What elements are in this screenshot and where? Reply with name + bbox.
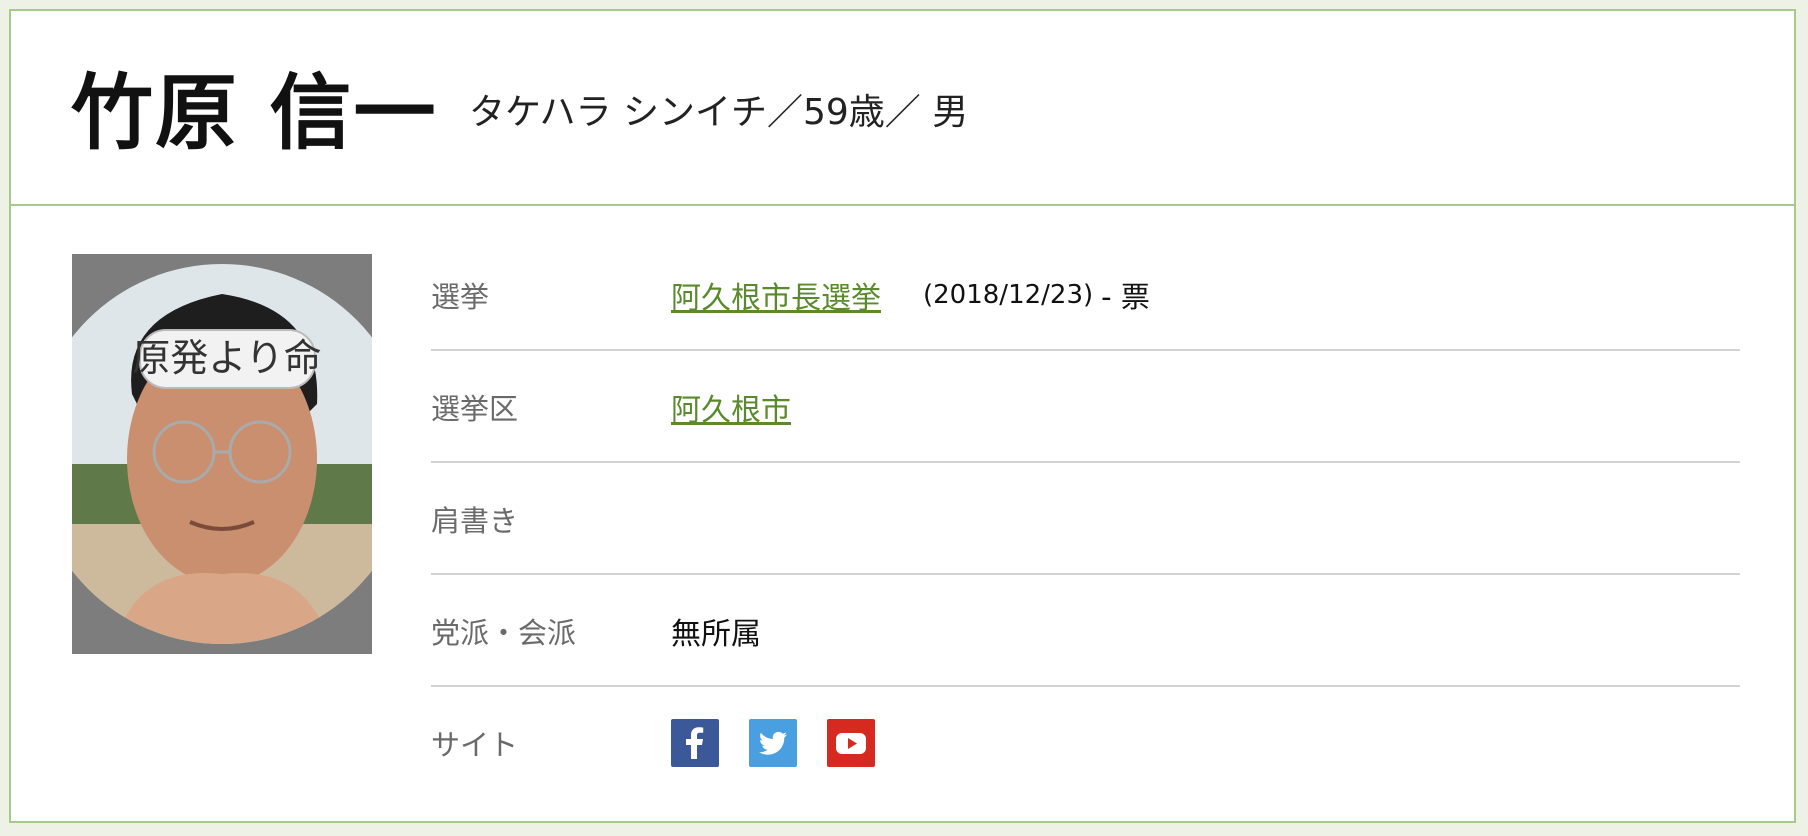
party-label: 党派・会派 bbox=[431, 616, 577, 650]
row-site: サイト bbox=[431, 687, 1740, 799]
social-links bbox=[671, 719, 875, 767]
candidate-photo: 原発より命 bbox=[72, 254, 372, 654]
youtube-icon bbox=[836, 733, 866, 754]
row-title: 肩書き bbox=[431, 463, 1740, 575]
headband-text: 原発より命 bbox=[132, 336, 321, 380]
site-value bbox=[671, 687, 875, 799]
candidate-meta: タケハラ シンイチ／59歳／ 男 bbox=[469, 92, 969, 133]
row-party: 党派・会派 無所属 bbox=[431, 575, 1740, 687]
facebook-link[interactable] bbox=[671, 719, 719, 767]
facebook-icon bbox=[686, 727, 704, 759]
twitter-link[interactable] bbox=[749, 719, 797, 767]
election-label: 選挙 bbox=[431, 280, 490, 314]
district-link[interactable]: 阿久根市 bbox=[671, 385, 791, 429]
title-label: 肩書き bbox=[431, 504, 519, 538]
election-value: 阿久根市長選挙 (2018/12/23) - 票 bbox=[671, 239, 1150, 351]
candidate-portrait-image: 原発より命 bbox=[72, 254, 372, 654]
election-link[interactable]: 阿久根市長選挙 bbox=[671, 273, 881, 317]
district-value: 阿久根市 bbox=[671, 351, 791, 463]
site-label: サイト bbox=[431, 728, 519, 762]
row-district: 選挙区 阿久根市 bbox=[431, 351, 1740, 463]
district-label: 選挙区 bbox=[431, 392, 519, 426]
candidate-header: 竹原 信一 タケハラ シンイチ／59歳／ 男 bbox=[11, 11, 1794, 206]
candidate-name: 竹原 信一 bbox=[71, 66, 438, 161]
candidate-details: 選挙 阿久根市長選挙 (2018/12/23) - 票 選挙区 阿久根市 肩書き… bbox=[431, 239, 1740, 799]
party-value: 無所属 bbox=[671, 617, 761, 652]
twitter-icon bbox=[759, 731, 787, 755]
row-election: 選挙 阿久根市長選挙 (2018/12/23) - 票 bbox=[431, 239, 1740, 351]
youtube-link[interactable] bbox=[827, 719, 875, 767]
candidate-card: 竹原 信一 タケハラ シンイチ／59歳／ 男 原発より命 選挙 阿久根市長選挙 … bbox=[9, 9, 1796, 823]
election-votes: - 票 bbox=[1101, 280, 1150, 314]
election-date: (2018/12/23) bbox=[923, 280, 1094, 310]
